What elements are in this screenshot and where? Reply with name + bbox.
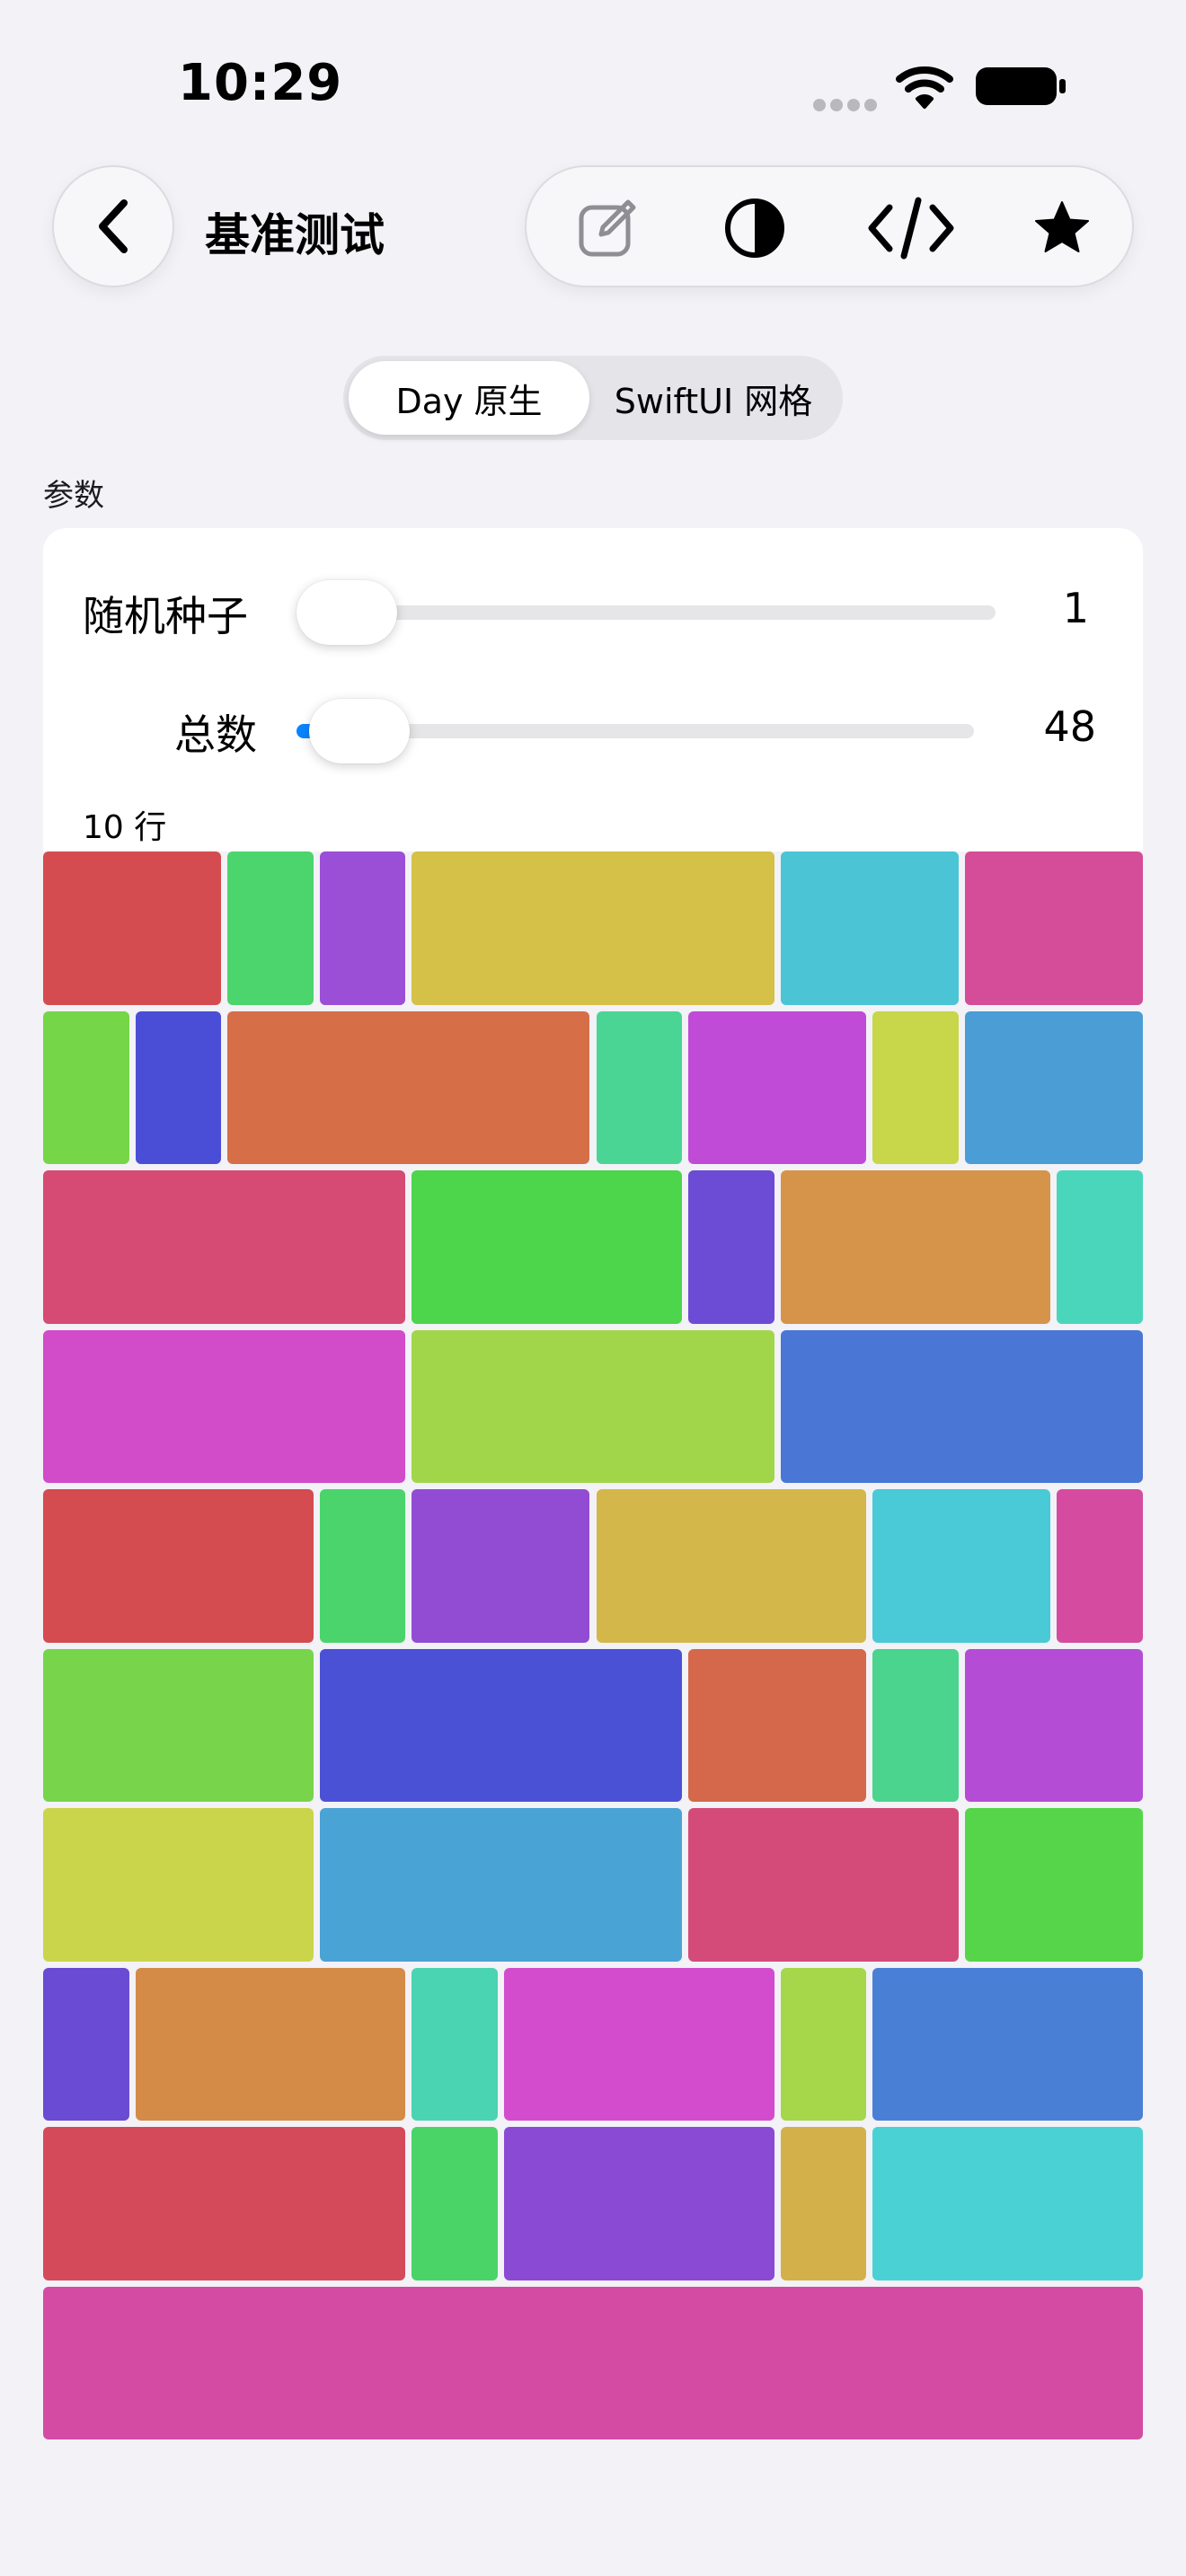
total-slider-thumb[interactable] xyxy=(309,699,410,763)
total-value: 48 xyxy=(1043,702,1096,751)
grid-cell xyxy=(872,2127,1143,2280)
seed-slider-track[interactable] xyxy=(300,605,996,620)
grid-cell xyxy=(43,851,222,1005)
grid-cell xyxy=(964,1010,1143,1164)
cellular-signal-icon xyxy=(813,99,878,111)
status-time: 10:29 xyxy=(178,54,343,112)
total-label: 总数 xyxy=(174,710,257,759)
chevron-left-icon xyxy=(99,199,128,253)
grid-cell xyxy=(319,851,406,1005)
grid-cell xyxy=(412,851,774,1005)
grid-cell xyxy=(872,1010,959,1164)
section-label-params: 参数 xyxy=(43,478,104,514)
battery-icon xyxy=(976,67,1066,105)
grid-cell xyxy=(43,1808,314,1962)
grid-cell xyxy=(872,1648,959,1802)
grid-cell xyxy=(412,1967,498,2121)
grid-cell xyxy=(780,1170,1051,1324)
grid-cell xyxy=(503,2127,774,2280)
grid-cell xyxy=(43,1010,129,1164)
grid-cell xyxy=(43,2127,406,2280)
grid-cell xyxy=(227,851,314,1005)
segment-swiftui-grid[interactable]: SwiftUI 网格 xyxy=(589,361,837,435)
contrast-icon xyxy=(725,198,784,258)
grid-cell xyxy=(1057,1489,1143,1643)
grid-cell xyxy=(688,1648,867,1802)
seed-label: 随机种子 xyxy=(83,592,248,640)
color-grid xyxy=(43,851,1143,2439)
grid-cell xyxy=(503,1967,774,2121)
grid-cell xyxy=(964,1808,1143,1962)
grid-cell xyxy=(43,1170,406,1324)
grid-cell xyxy=(43,1967,129,2121)
grid-cell xyxy=(688,1010,867,1164)
star-icon xyxy=(1035,201,1089,252)
grid-cell xyxy=(43,1489,314,1643)
grid-cell xyxy=(319,1489,406,1643)
rows-count-label: 10 行 xyxy=(83,809,167,846)
back-button[interactable] xyxy=(52,165,174,287)
grid-cell xyxy=(780,1329,1143,1483)
wifi-icon xyxy=(896,66,953,109)
edit-icon xyxy=(579,199,636,257)
code-icon xyxy=(868,197,954,260)
segment-day-native[interactable]: Day 原生 xyxy=(349,361,589,435)
grid-cell xyxy=(319,1648,683,1802)
grid-cell xyxy=(1057,1170,1143,1324)
grid-cell xyxy=(688,1808,959,1962)
grid-cell xyxy=(412,1170,683,1324)
mode-segmented-control: Day 原生 SwiftUI 网格 xyxy=(343,356,843,440)
grid-cell xyxy=(412,1489,590,1643)
benchmark-screen: 10:29 基准测试 Day 原生 SwiftUI 网格 参数 随机种子 1 总… xyxy=(0,0,1186,2576)
seed-value: 1 xyxy=(1062,584,1089,632)
grid-cell xyxy=(43,1329,406,1483)
grid-cell xyxy=(964,1648,1143,1802)
edit-button[interactable] xyxy=(562,183,652,273)
grid-cell xyxy=(596,1010,683,1164)
grid-cell xyxy=(780,851,959,1005)
grid-cell xyxy=(227,1010,590,1164)
grid-cell xyxy=(688,1170,774,1324)
page-title: 基准测试 xyxy=(205,209,385,261)
grid-cell xyxy=(135,1010,222,1164)
grid-cell xyxy=(964,851,1143,1005)
grid-cell xyxy=(872,1967,1143,2121)
favorite-button[interactable] xyxy=(1017,183,1107,273)
seed-slider-thumb[interactable] xyxy=(296,580,397,645)
toolbar xyxy=(525,165,1134,287)
grid-cell xyxy=(412,2127,498,2280)
params-card: 随机种子 1 总数 48 xyxy=(43,528,1143,851)
grid-cell xyxy=(43,1648,314,1802)
grid-cell xyxy=(872,1489,1051,1643)
grid-cell xyxy=(780,2127,867,2280)
appearance-button[interactable] xyxy=(710,183,800,273)
grid-cell xyxy=(780,1967,867,2121)
grid-cell xyxy=(596,1489,867,1643)
code-button[interactable] xyxy=(866,183,956,273)
grid-cell xyxy=(135,1967,406,2121)
grid-cell xyxy=(319,1808,683,1962)
grid-cell xyxy=(412,1329,774,1483)
grid-cell xyxy=(43,2286,1143,2439)
